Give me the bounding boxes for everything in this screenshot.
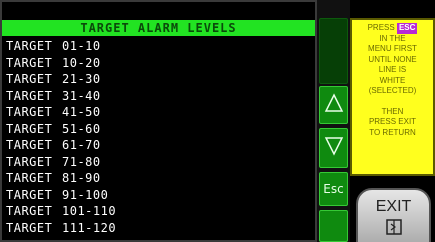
list-item-range: 101-110 [62,204,117,218]
list-item-label: TARGET [6,154,53,169]
exit-label: EXIT [375,198,412,215]
triangle-down-icon [324,135,344,161]
list-item-label: TARGET [6,171,53,185]
triangle-up-icon [324,92,344,118]
list-item-range: 21-30 [62,72,101,86]
exit-door-icon [385,218,403,241]
target-alarm-list: TARGET 01-10 TARGET 10-20 TARGET 21-30 TARG… [6,38,311,236]
instruction-line: LINE IS [378,65,407,74]
list-item[interactable]: TARGET 41-50 [6,104,311,121]
list-item[interactable]: TARGET 51-60 [6,121,311,138]
instruction-line: WHITE [379,75,406,85]
list-item[interactable]: TARGET 01-10 [6,38,311,55]
control-column: Esc [317,0,350,242]
target-alarm-list-panel: TARGET ALARM LEVELS TARGET 01-10 TARGET 10… [0,0,317,242]
instruction-line: PRESS EXIT [368,117,417,126]
scroll-up-button[interactable] [319,86,348,124]
list-item-label: TARGET [6,187,53,202]
exit-button[interactable]: EXIT [356,188,431,242]
list-item[interactable]: TARGET 31-40 [6,88,311,105]
instruction-line: IN THE [379,33,406,43]
list-item-range: 71-80 [62,154,101,169]
list-item[interactable]: TARGET 21-30 [6,71,311,88]
screen: TARGET ALARM LEVELS TARGET 01-10 TARGET 10… [0,0,435,242]
esc-button[interactable]: Esc [319,172,348,206]
instruction-press: PRESS [367,23,395,32]
instruction-press-line: PRESS ESC [352,23,433,34]
list-item[interactable]: TARGET 10-20 [6,55,311,72]
list-item-label: TARGET [6,138,53,152]
list-item-label: TARGET [6,220,53,235]
list-item-label: TARGET [6,105,53,119]
blank-button-top[interactable] [319,18,348,84]
list-item-range: 01-10 [62,39,101,53]
list-item-label: TARGET [6,88,53,103]
list-item-label: TARGET [6,55,53,70]
list-item-range: 91-100 [62,187,109,202]
list-item-label: TARGET [6,39,53,53]
instructions-panel: PRESS ESC IN THE MENU FIRST UNTIL NONE L… [350,18,435,176]
list-item-range: 41-50 [62,105,101,119]
list-item-range: 61-70 [62,138,101,152]
list-item-label: TARGET [6,204,53,218]
esc-badge: ESC [396,23,418,34]
list-item[interactable]: TARGET 111-120 [6,220,311,237]
list-item[interactable]: TARGET 91-100 [6,187,311,204]
list-item-range: 51-60 [62,121,101,136]
instruction-line: MENU FIRST [368,44,417,53]
list-header: TARGET ALARM LEVELS [2,20,315,36]
list-item[interactable]: TARGET 61-70 [6,137,311,154]
list-item[interactable]: TARGET 81-90 [6,170,311,187]
instruction-gap [352,97,433,107]
list-item-range: 10-20 [62,55,101,70]
instruction-line: (SELECTED) [368,86,417,95]
list-item-range: 31-40 [62,88,101,103]
list-item-label: TARGET [6,121,53,136]
instruction-line: THEN [381,106,404,116]
blank-button-bottom[interactable] [319,210,348,242]
list-item-range: 111-120 [62,220,117,235]
instruction-line: TO RETURN [369,127,416,137]
scroll-down-button[interactable] [319,128,348,168]
list-item[interactable]: TARGET 71-80 [6,154,311,171]
list-item[interactable]: TARGET 101-110 [6,203,311,220]
list-item-label: TARGET [6,72,53,86]
exit-button-wrap: EXIT [356,188,431,242]
list-item-range: 81-90 [62,171,101,185]
instruction-line: UNTIL NONE [368,54,417,64]
